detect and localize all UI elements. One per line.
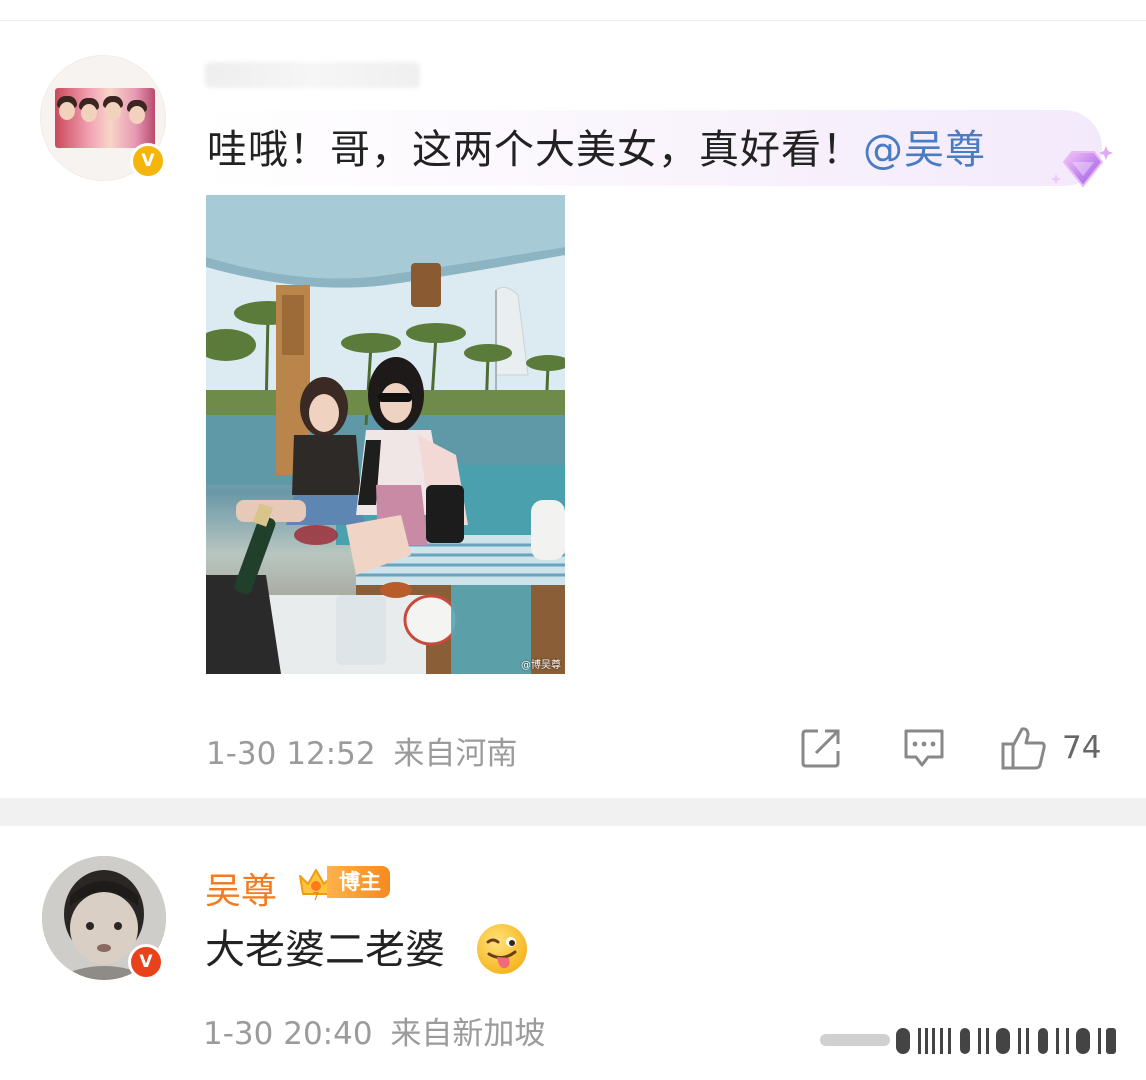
reply-location: 来自新加坡	[390, 1016, 546, 1052]
verified-badge-icon: V	[128, 944, 164, 980]
diamond-gem-icon	[1051, 146, 1113, 188]
section-divider	[0, 798, 1146, 826]
avatar-photo	[55, 88, 155, 148]
author-name[interactable]: 吴尊	[205, 862, 277, 914]
comment-text: 哇哦！哥，这两个大美女，真好看！@吴尊	[207, 124, 986, 176]
like-count: 74	[1062, 730, 1102, 766]
share-button[interactable]	[800, 727, 842, 769]
winking-tongue-emoji-icon	[477, 924, 527, 974]
barcode-watermark-icon	[820, 1028, 1116, 1054]
comment-location: 来自河南	[393, 736, 518, 772]
comment-time: 12:52	[286, 736, 376, 772]
comment-image[interactable]: @博吴尊	[206, 195, 565, 674]
share-icon	[801, 729, 840, 768]
reply-meta: 1-30 20:40 来自新加坡	[203, 1008, 545, 1053]
comment-body: 哇哦！哥，这两个大美女，真好看！	[207, 127, 863, 173]
top-divider	[0, 20, 1146, 21]
reply-date: 1-30	[203, 1016, 274, 1052]
reply-time: 20:40	[283, 1016, 373, 1052]
verified-badge-icon: V	[130, 143, 166, 179]
mention-link[interactable]: @吴尊	[863, 127, 986, 173]
image-watermark: @博吴尊	[521, 660, 561, 671]
like-button[interactable]: 74	[1000, 724, 1101, 772]
blogger-badge: 博主	[327, 866, 390, 898]
badge-level: 7	[313, 890, 320, 902]
comment-icon	[904, 729, 944, 767]
reply-text: 大老婆二老婆	[205, 927, 445, 973]
thumbs-up-icon	[1001, 727, 1046, 770]
commenter-username-blurred[interactable]	[205, 62, 420, 88]
comment-meta: 1-30 12:52 来自河南	[206, 728, 517, 773]
reply-button[interactable]	[902, 727, 946, 769]
comment-date: 1-30	[206, 736, 277, 772]
